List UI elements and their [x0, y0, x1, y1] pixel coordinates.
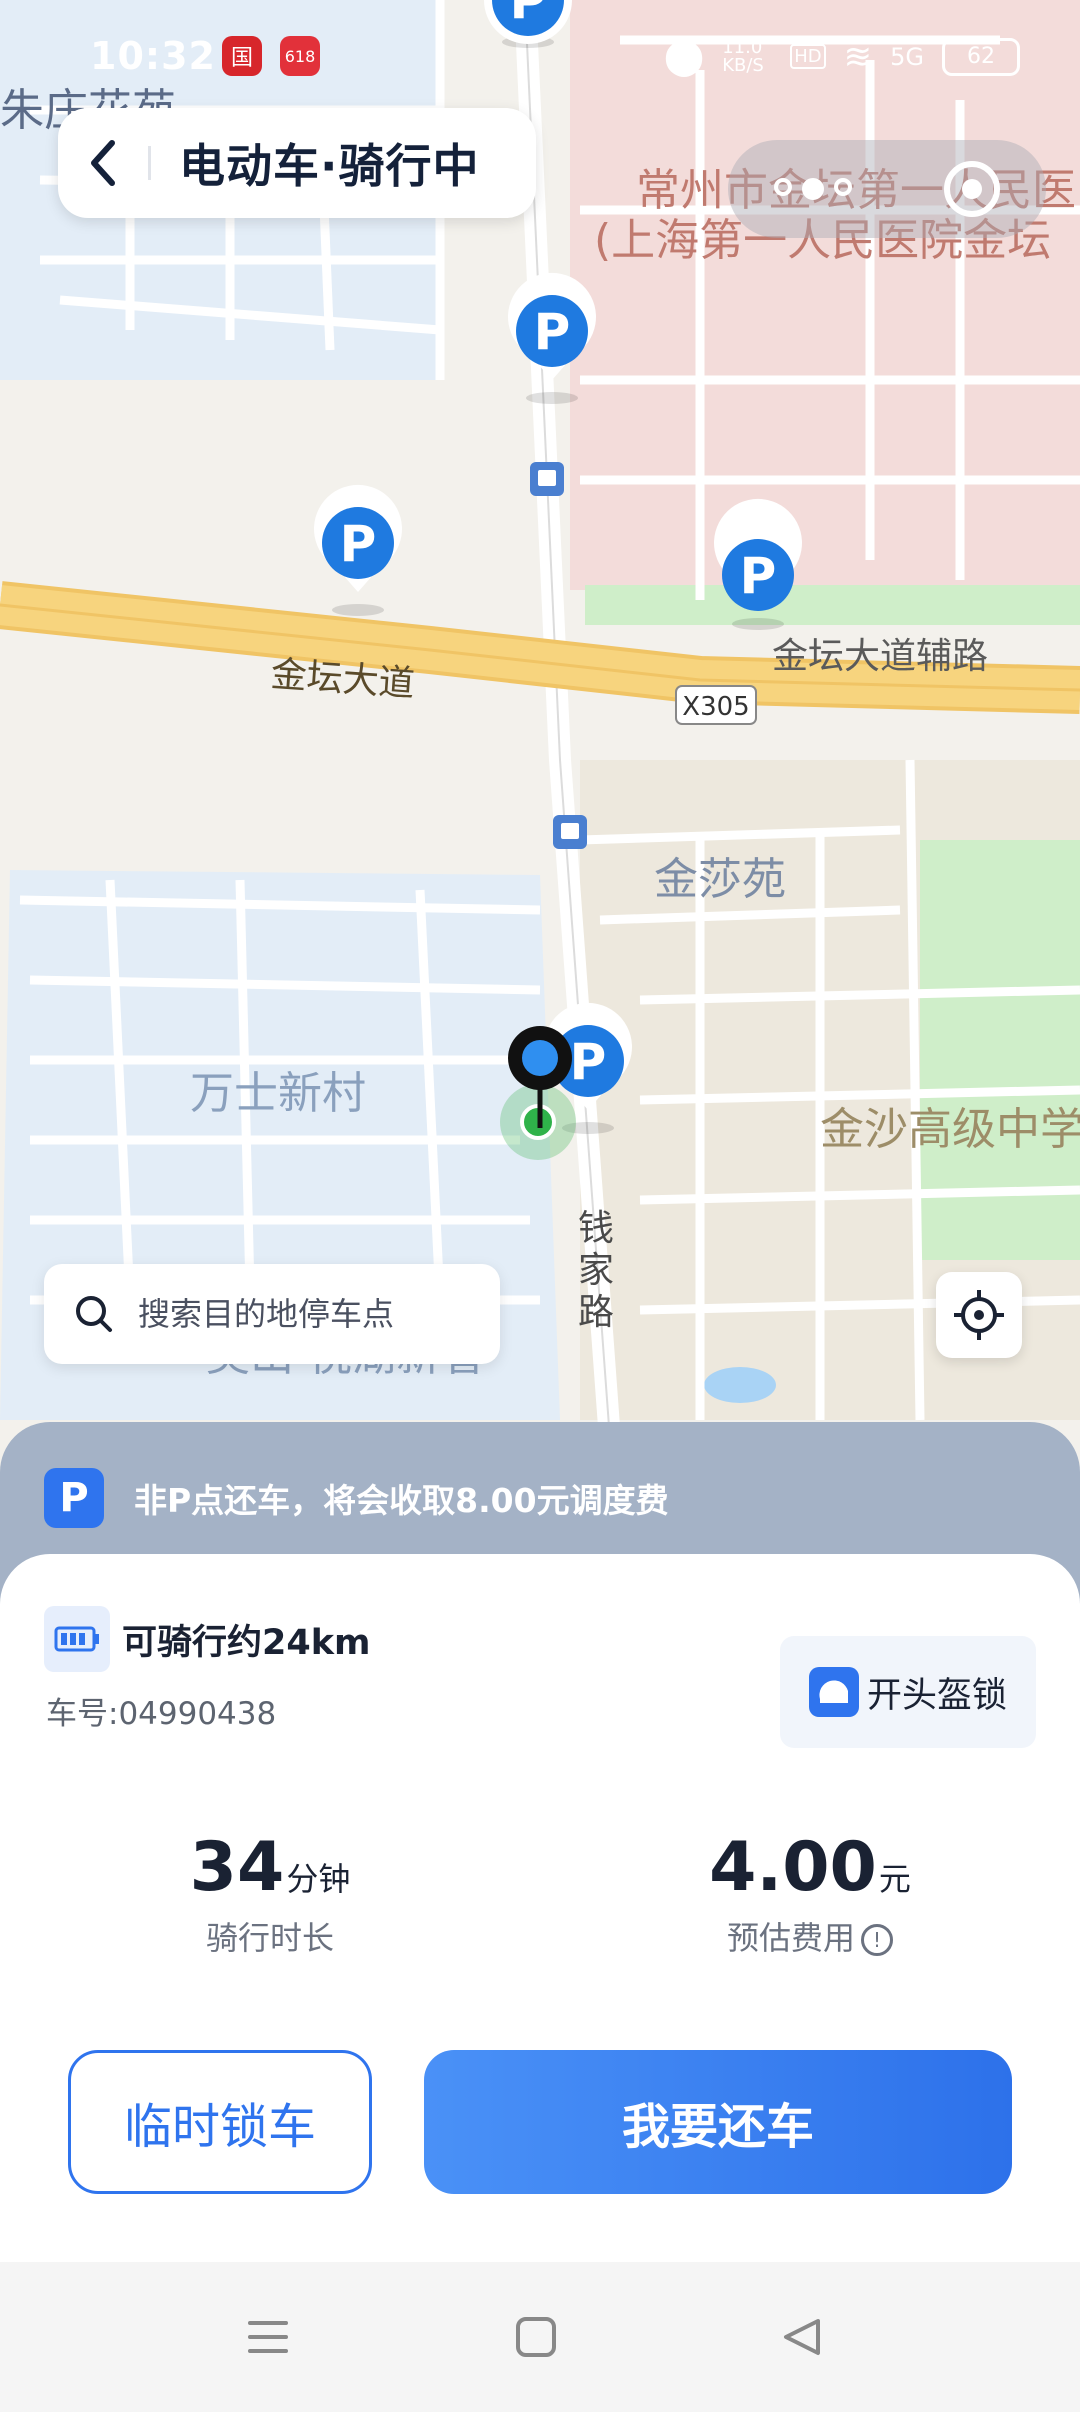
home-square-icon [516, 2317, 556, 2357]
close-target-icon [962, 179, 982, 199]
parking-icon: P [44, 1468, 104, 1528]
location-icon: ⬤ [663, 36, 705, 77]
search-input[interactable] [136, 1294, 470, 1334]
svg-text:P: P [570, 1033, 607, 1091]
bus-stop-icon [553, 815, 587, 849]
helmet-unlock-label: 开头盔锁 [866, 1675, 1007, 1716]
header-bar: 电动车·骑行中 [58, 108, 536, 218]
back-triangle-icon [784, 2319, 820, 2355]
duration-value: 34 [189, 1828, 285, 1907]
more-dots-icon [774, 178, 792, 196]
bus-stop-icon [530, 462, 564, 496]
network-speed: 11.0 KB/S [722, 36, 764, 76]
status-time: 10:32 [90, 34, 216, 78]
chevron-left-icon [91, 140, 115, 186]
menu-icon [248, 2321, 288, 2353]
notice-text: 非P点还车，将会收取8.00元调度费 [134, 1481, 669, 1520]
battery-icon: 62 [942, 37, 1020, 76]
divider [148, 146, 151, 180]
svg-text:P: P [510, 0, 547, 30]
temp-lock-button[interactable]: 临时锁车 [68, 2050, 372, 2194]
status-bar: 10:32 国 618 ⬤ 11.0 KB/S HD ≋ 5G 62 [0, 30, 1080, 90]
battery-level-icon [44, 1606, 110, 1672]
map-label-road-code: X305 [682, 692, 749, 722]
duration-unit: 分钟 [286, 1860, 351, 1898]
search-icon [76, 1296, 112, 1332]
range-text: 可骑行约24km [122, 1622, 371, 1663]
map-label-aux-road: 金坛大道辅路 [772, 636, 988, 677]
return-bike-button[interactable]: 我要还车 [424, 2050, 1012, 2194]
map-label-school: 金沙高级中学 [820, 1104, 1080, 1155]
helmet-unlock-button[interactable]: 开头盔锁 [780, 1636, 1036, 1748]
helmet-icon [808, 1667, 859, 1717]
svg-text:P: P [740, 547, 777, 605]
ride-info-card: 可骑行约24km 车号:04990438 开头盔锁 34分钟 骑行时长 4.00… [0, 1554, 1080, 2262]
status-right: ⬤ 11.0 KB/S HD ≋ 5G 62 [664, 36, 1020, 77]
back-button[interactable] [58, 108, 148, 218]
more-button[interactable] [774, 178, 852, 200]
app-badge-icon: 国 [222, 36, 262, 76]
bike-number: 车号:04990438 [46, 1696, 277, 1732]
crosshair-icon [954, 1290, 1004, 1340]
cost-unit: 元 [878, 1860, 911, 1898]
map-label-wanshi-village: 万士新村 [190, 1068, 366, 1119]
cost-label: 预估费用 [726, 1919, 855, 1957]
map-label-qianjia-road: 钱家路 [578, 1208, 614, 1333]
estimated-cost: 4.00元 预估费用! [690, 1828, 930, 1959]
nav-back-button[interactable] [762, 2302, 842, 2372]
info-icon[interactable]: ! [861, 1924, 893, 1956]
close-button[interactable] [944, 161, 1000, 217]
page-title: 电动车·骑行中 [179, 139, 480, 193]
app-badge-icon: 618 [280, 36, 320, 76]
search-bar[interactable] [44, 1264, 500, 1364]
system-nav-bar [0, 2262, 1080, 2412]
nav-home-button[interactable] [496, 2302, 576, 2372]
nav-menu-button[interactable] [228, 2302, 308, 2372]
svg-text:P: P [340, 515, 377, 573]
ride-duration: 34分钟 骑行时长 [150, 1828, 390, 1959]
mini-program-capsule [728, 140, 1046, 238]
network-type: 5G [890, 42, 924, 71]
cost-value: 4.00 [709, 1828, 877, 1907]
duration-label: 骑行时长 [205, 1919, 334, 1957]
wifi-icon: ≋ [843, 36, 873, 77]
range-row: 可骑行约24km [44, 1606, 370, 1672]
svg-text:P: P [534, 303, 571, 361]
locate-button[interactable] [936, 1272, 1022, 1358]
hd-badge: HD [790, 44, 826, 69]
map-label-jinsha-garden: 金莎苑 [654, 854, 786, 905]
